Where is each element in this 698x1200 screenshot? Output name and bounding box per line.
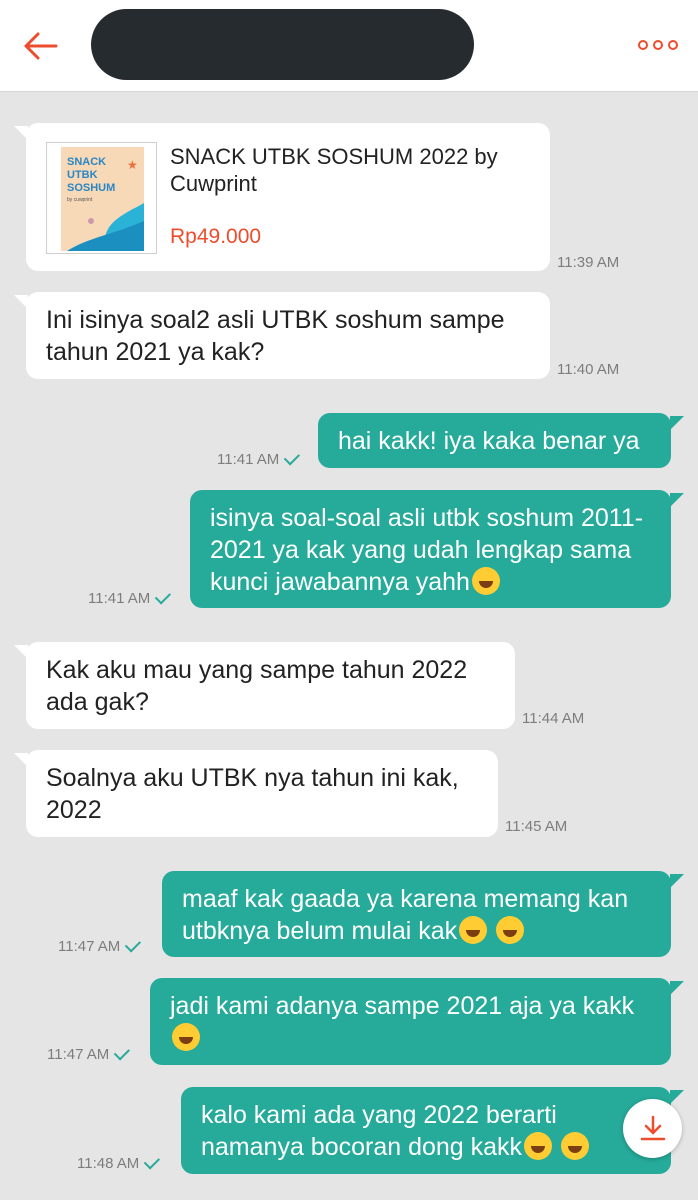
message-bubble-outgoing[interactable]: maaf kak gaada ya karena memang kan utbk…: [162, 871, 671, 957]
bubble-tail: [670, 874, 684, 888]
bubble-tail: [670, 981, 684, 995]
bubble-tail: [670, 493, 684, 507]
message-time: 11:47 AM: [58, 936, 142, 955]
more-dots-icon: [638, 40, 648, 50]
message-bubble-outgoing[interactable]: isinya soal-soal asli utbk soshum 2011-2…: [190, 490, 671, 608]
message-text: Kak aku mau yang sampe tahun 2022 ada ga…: [46, 656, 468, 716]
sent-check-icon: [144, 1153, 161, 1170]
product-thumbnail: SNACK UTBK SOSHUM by cuwprint ★: [46, 142, 157, 254]
crying-face-emoji: [524, 1132, 553, 1160]
message-time: 11:41 AM: [217, 449, 301, 468]
message-text: hai kakk! iya kaka benar ya: [338, 427, 640, 455]
sent-check-icon: [284, 449, 301, 466]
chat-title-redacted: [91, 9, 474, 80]
message-time: 11:41 AM: [88, 588, 172, 607]
message-bubble-outgoing[interactable]: hai kakk! iya kaka benar ya: [318, 413, 671, 468]
time-text: 11:44 AM: [522, 710, 585, 727]
svg-text:SOSHUM: SOSHUM: [67, 182, 115, 194]
time-text: 11:41 AM: [88, 590, 151, 607]
smiling-face-hearts-emoji: [471, 567, 500, 595]
message-text: Ini isinya soal2 asli UTBK soshum sampe …: [46, 306, 505, 366]
time-text: 11:48 AM: [77, 1155, 140, 1172]
time-text: 11:47 AM: [47, 1046, 110, 1063]
message-bubble-incoming[interactable]: Kak aku mau yang sampe tahun 2022 ada ga…: [26, 642, 515, 729]
time-text: 11:45 AM: [505, 818, 568, 835]
sent-check-icon: [125, 936, 142, 953]
time-text: 11:41 AM: [217, 451, 280, 468]
back-button[interactable]: [16, 24, 64, 68]
time-text: 11:40 AM: [557, 361, 620, 378]
product-name: SNACK UTBK SOSHUM 2022 by Cuwprint: [170, 144, 498, 196]
book-cover-image: SNACK UTBK SOSHUM by cuwprint ★: [61, 147, 144, 251]
sent-check-icon: [155, 588, 172, 605]
svg-text:by cuwprint: by cuwprint: [67, 197, 93, 203]
crying-face-emoji: [496, 916, 525, 944]
download-arrow-icon: [640, 1115, 665, 1140]
more-dot: [668, 40, 678, 50]
product-price: Rp49.000: [170, 225, 262, 248]
time-text: 11:47 AM: [58, 938, 121, 955]
message-time: 11:39 AM: [557, 254, 619, 271]
more-dot: [653, 40, 663, 50]
message-text: jadi kami adanya sampe 2021 aja ya kakk: [170, 992, 635, 1020]
svg-text:UTBK: UTBK: [67, 169, 98, 181]
bubble-tail: [670, 416, 684, 430]
pleading-face-emoji: [172, 1023, 200, 1051]
bubble-tail: [670, 1090, 684, 1104]
message-time: 11:47 AM: [47, 1044, 131, 1063]
message-time: 11:44 AM: [522, 710, 584, 727]
message-text: isinya soal-soal asli utbk soshum 2011-2…: [210, 504, 644, 596]
message-time: 11:40 AM: [557, 361, 619, 378]
svg-text:SNACK: SNACK: [67, 156, 106, 168]
scroll-to-bottom-button[interactable]: [623, 1099, 682, 1158]
more-options-button[interactable]: [632, 28, 684, 62]
svg-text:★: ★: [127, 158, 138, 172]
chat-header: [0, 0, 698, 92]
message-bubble-incoming[interactable]: Soalnya aku UTBK nya tahun ini kak, 2022: [26, 750, 498, 837]
time-text: 11:39 AM: [557, 254, 620, 271]
message-time: 11:45 AM: [505, 818, 567, 835]
message-bubble-incoming[interactable]: Ini isinya soal2 asli UTBK soshum sampe …: [26, 292, 550, 379]
message-bubble-outgoing[interactable]: jadi kami adanya sampe 2021 aja ya kakk: [150, 978, 671, 1065]
product-card[interactable]: SNACK UTBK SOSHUM by cuwprint ★ SNACK UT…: [26, 123, 550, 271]
crying-face-emoji: [459, 916, 488, 944]
message-text: maaf kak gaada ya karena memang kan utbk…: [182, 885, 629, 945]
arrow-left-icon: [24, 32, 58, 60]
sent-check-icon: [114, 1044, 131, 1061]
message-text: Soalnya aku UTBK nya tahun ini kak, 2022: [46, 764, 459, 824]
message-time: 11:48 AM: [77, 1153, 161, 1172]
message-text: kalo kami ada yang 2022 berarti namanya …: [201, 1101, 557, 1161]
message-bubble-outgoing[interactable]: kalo kami ada yang 2022 berarti namanya …: [181, 1087, 671, 1174]
crying-face-emoji: [561, 1132, 589, 1160]
